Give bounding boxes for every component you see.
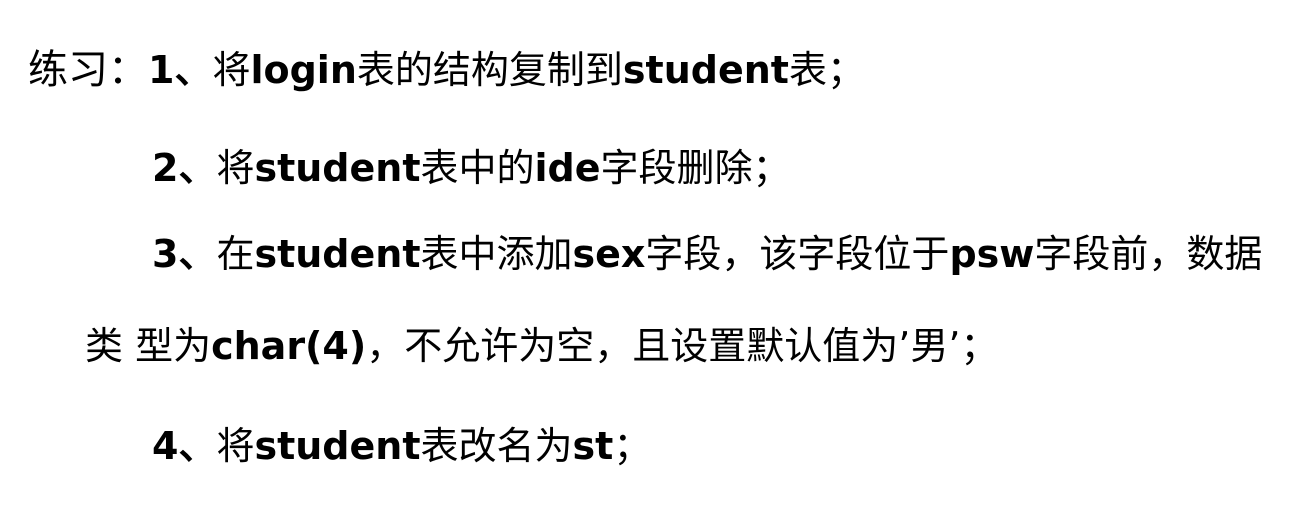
item-text: 字段删除； [600, 146, 791, 190]
exercise-item-1: 练习：1、将login表的结构复制到student表； [28, 46, 865, 94]
item-number: 4、 [152, 424, 217, 468]
item-keyword: student [254, 232, 421, 276]
exercise-item-4: 4、将student表改名为st； [152, 422, 651, 470]
item-text: 字段，该字段位于 [645, 232, 950, 276]
item-text: 将 [216, 146, 255, 190]
item-keyword: char(4) [211, 324, 367, 368]
exercise-item-3: 3、在student表中添加sex字段，该字段位于psw字段前，数据 [152, 230, 1262, 278]
item-keyword: sex [572, 232, 646, 276]
exercise-item-2: 2、将student表中的ide字段删除； [152, 144, 791, 192]
item-text: 表改名为 [420, 424, 573, 468]
item-text: 表的结构复制到 [356, 48, 623, 92]
item-text: ； [613, 424, 652, 468]
item-number: 3、 [152, 232, 217, 276]
item-keyword: login [250, 48, 357, 92]
item-keyword: ide [534, 146, 601, 190]
item-keyword: st [572, 424, 614, 468]
item-text: 字段前，数据 [1034, 232, 1263, 276]
exercise-slide: 练习：1、将login表的结构复制到student表； 2、将student表中… [0, 0, 1296, 519]
item-number: 1、 [148, 48, 213, 92]
item-text: 表； [788, 48, 865, 92]
item-text: 表中的 [420, 146, 535, 190]
item-keyword: student [622, 48, 789, 92]
item-number: 2、 [152, 146, 217, 190]
item-text: 将 [212, 48, 251, 92]
item-text: 类 型为 [85, 324, 212, 368]
item-text: ，不允许为空，且设置默认值为’男’； [366, 324, 999, 368]
item-keyword: psw [949, 232, 1035, 276]
item-keyword: student [254, 424, 421, 468]
exercise-label: 练习： [28, 47, 148, 93]
exercise-item-3-continuation: 类 型为char(4)，不允许为空，且设置默认值为’男’； [85, 322, 998, 370]
item-text: 在 [216, 232, 255, 276]
item-text: 表中添加 [420, 232, 573, 276]
item-text: 将 [216, 424, 255, 468]
item-keyword: student [254, 146, 421, 190]
